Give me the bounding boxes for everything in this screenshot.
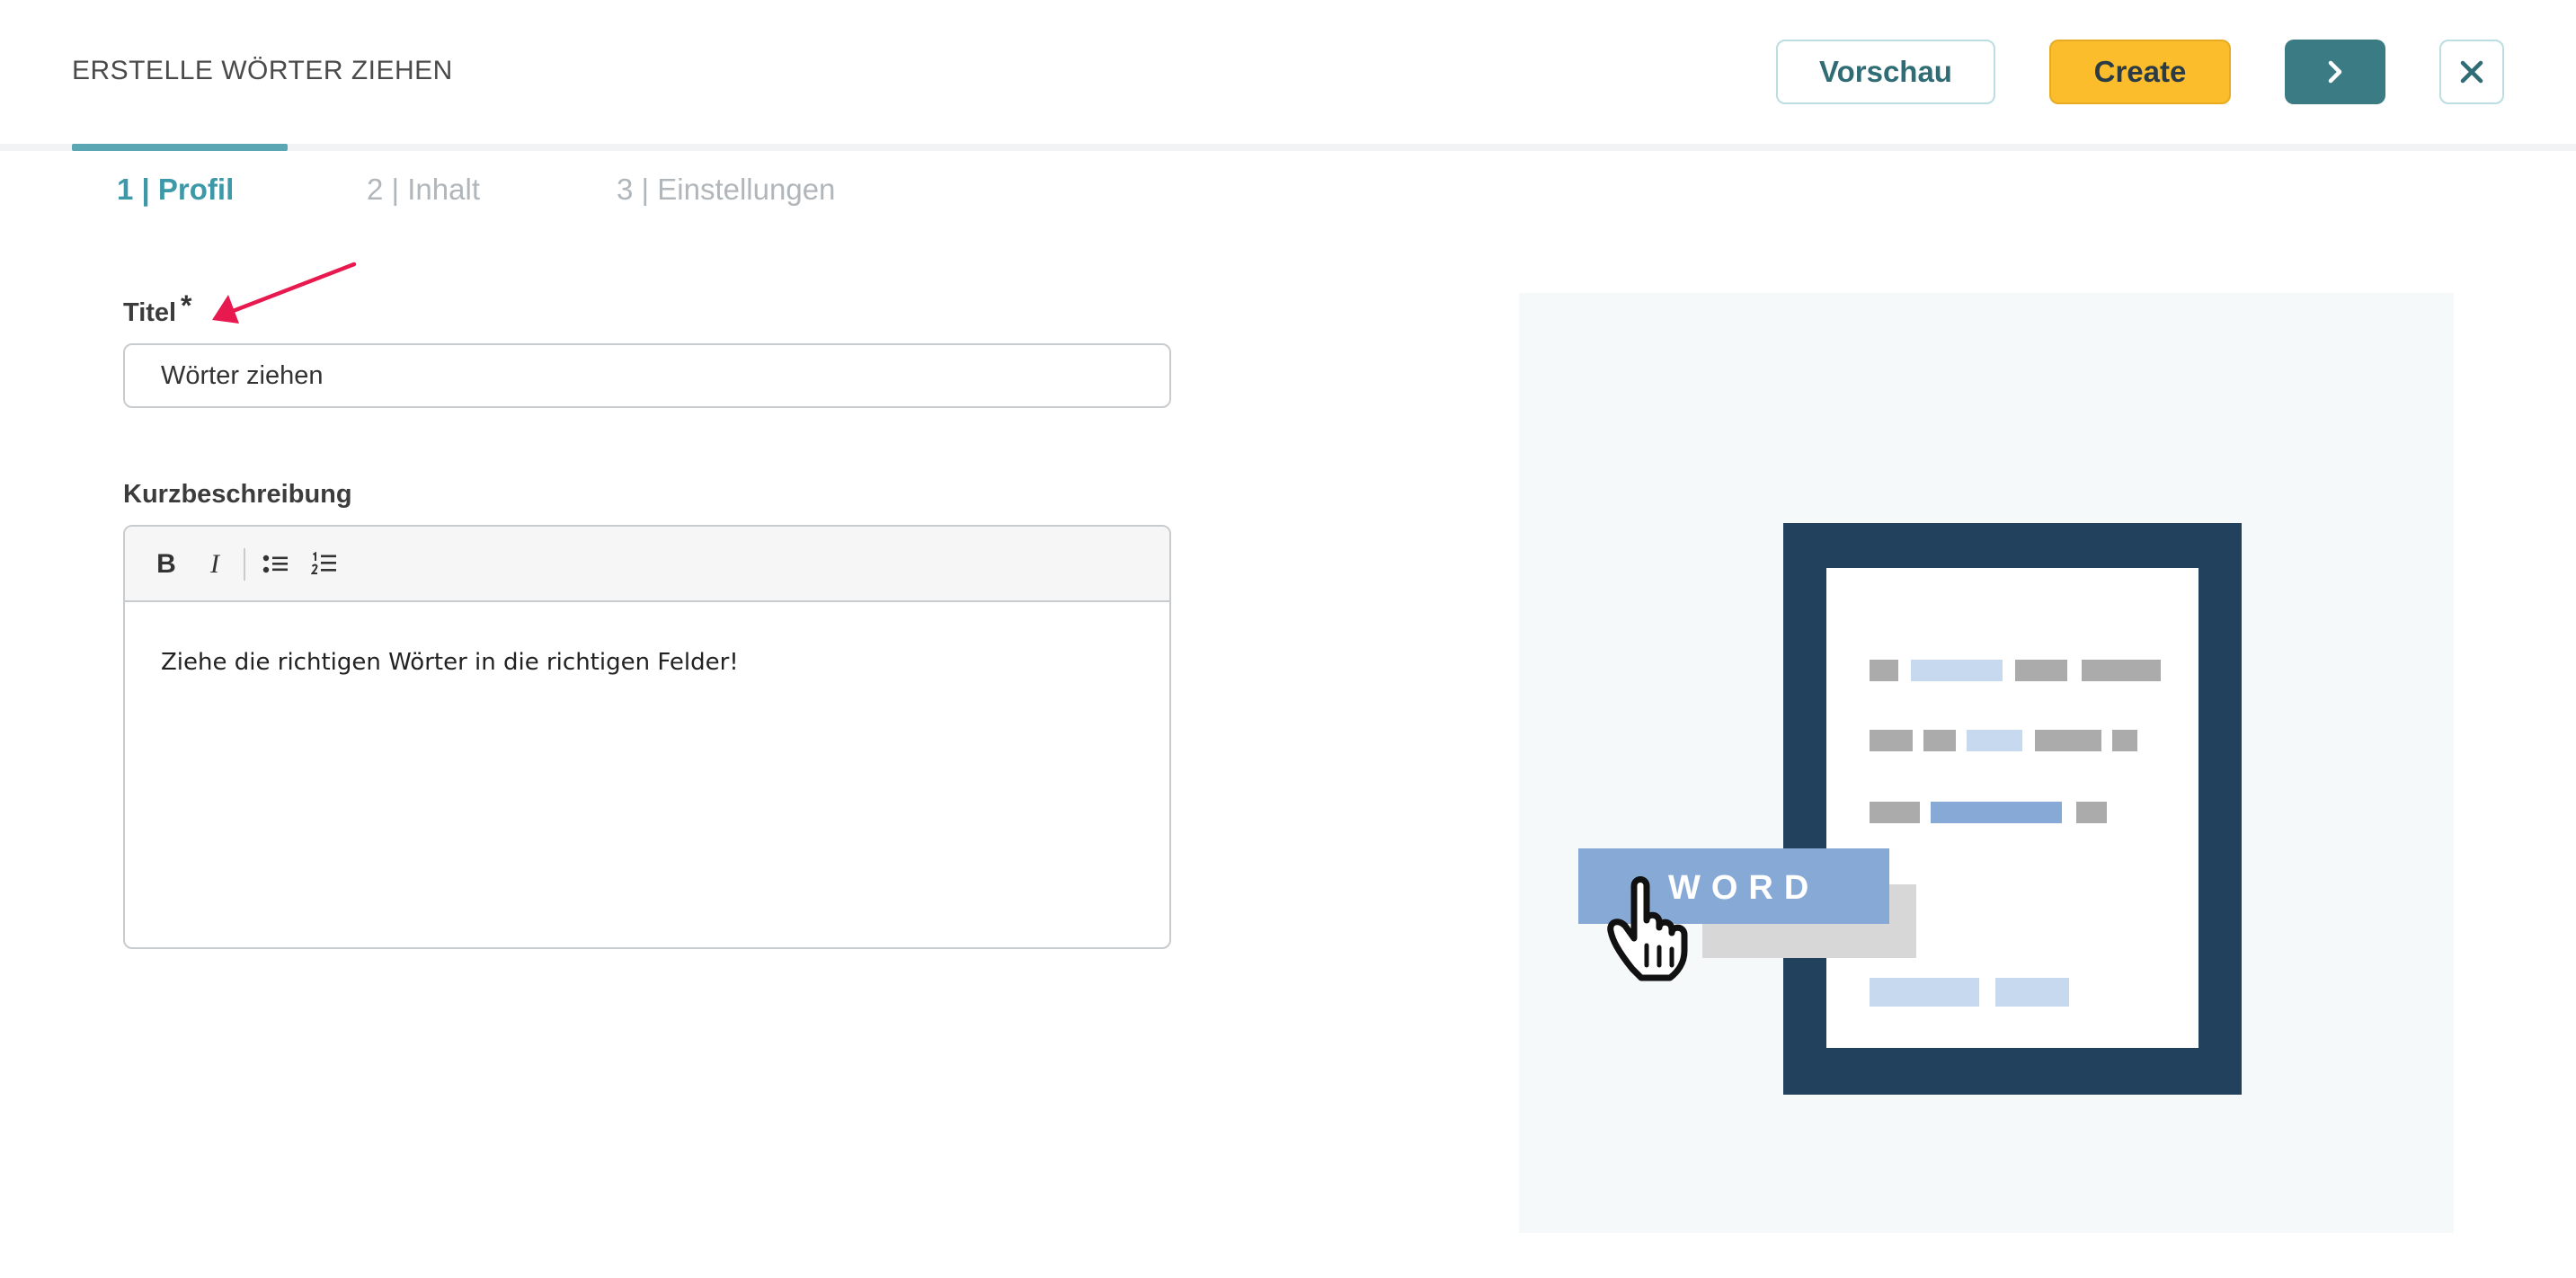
italic-button[interactable]: I: [195, 545, 235, 584]
bullet-list-button[interactable]: [256, 545, 296, 584]
required-marker: *: [181, 289, 192, 322]
illustration-panel: WORD: [1519, 293, 2454, 1233]
tab-einstellungen[interactable]: 3 | Einstellungen: [617, 173, 835, 207]
description-label: Kurzbeschreibung: [123, 480, 352, 509]
drag-words-illustration: WORD: [1578, 523, 2242, 1095]
title-input[interactable]: [123, 343, 1171, 408]
annotation-arrow-icon: [212, 262, 357, 324]
bold-button[interactable]: B: [147, 545, 186, 584]
header-divider: [0, 144, 2576, 151]
preview-button[interactable]: Vorschau: [1776, 40, 1995, 104]
tab-inhalt[interactable]: 2 | Inhalt: [367, 173, 480, 207]
active-tab-indicator: [72, 144, 288, 151]
create-button[interactable]: Create: [2049, 40, 2231, 104]
toolbar-separator: [244, 548, 245, 581]
editor-toolbar: B I: [125, 527, 1169, 602]
close-icon: [2460, 60, 2483, 84]
word-label: WORD: [1668, 869, 1819, 907]
numbered-list-icon: [311, 552, 336, 574]
tab-profil[interactable]: 1 | Profil: [117, 173, 234, 207]
description-editor[interactable]: B I Ziehe die richtigen Wörter in die ri…: [123, 525, 1171, 949]
close-button[interactable]: [2439, 40, 2504, 104]
description-text[interactable]: Ziehe die richtigen Wörter in die richti…: [161, 649, 739, 676]
header-bar: ERSTELLE WÖRTER ZIEHEN Vorschau Create: [0, 0, 2576, 144]
numbered-list-button[interactable]: [305, 545, 344, 584]
chevron-right-icon: [2328, 60, 2342, 84]
bullet-list-icon: [262, 555, 288, 573]
page-title: ERSTELLE WÖRTER ZIEHEN: [72, 56, 453, 85]
title-label: Titel: [123, 298, 177, 327]
next-button[interactable]: [2285, 40, 2385, 104]
